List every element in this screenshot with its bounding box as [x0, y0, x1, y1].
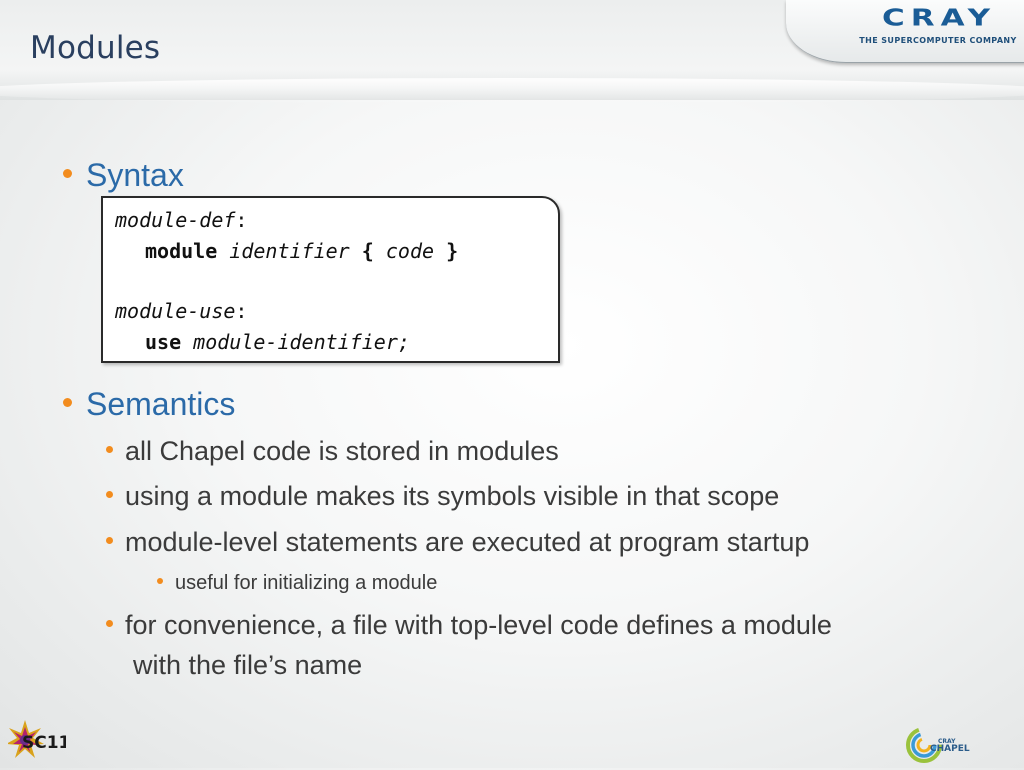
cray-logo-tagline: THE SUPERCOMPUTER COMPANY	[859, 36, 1017, 45]
syntax-heading: Syntax	[86, 157, 184, 193]
chapel-text: CHAPEL	[930, 744, 970, 754]
semantics-item-2: using a module makes its symbols visible…	[106, 481, 779, 512]
chapel-logo: CRAY CHAPEL	[904, 724, 974, 766]
semantics-item-1: all Chapel code is stored in modules	[106, 436, 559, 467]
close-brace: }	[446, 239, 459, 263]
cray-logo: CRAY THE SUPERCOMPUTER COMPANY	[786, 0, 1024, 63]
semantics-item-3-text: module-level statements are executed at …	[125, 527, 810, 557]
semantics-item-4: for convenience, a file with top-level c…	[106, 610, 832, 641]
bullet-icon	[106, 446, 113, 453]
sc11-starburst-icon: SC11	[6, 720, 70, 758]
module-def-colon: :	[235, 208, 248, 232]
syntax-bullet-item: Syntax	[63, 157, 184, 194]
open-brace: {	[361, 239, 374, 263]
chapel-swirl-icon: CRAY CHAPEL	[906, 727, 970, 763]
module-def-label: module-def	[115, 208, 236, 232]
bullet-icon	[63, 398, 72, 407]
slide-title: Modules	[30, 30, 161, 66]
semantics-item-3-sub-text: useful for initializing a module	[175, 572, 438, 594]
code-line-module-decl: module identifier { code }	[145, 239, 458, 263]
code-token: code	[385, 239, 435, 263]
sc11-logo: SC11	[6, 716, 70, 764]
bullet-icon	[157, 578, 163, 584]
semantics-item-4-continuation: with the file’s name	[133, 650, 363, 680]
semantics-bullet-item: Semantics	[63, 386, 235, 423]
semantics-item-3-sub: useful for initializing a module	[157, 572, 437, 595]
semantics-item-4-text: for convenience, a file with top-level c…	[125, 610, 832, 640]
bullet-icon	[63, 169, 72, 178]
header-swoosh	[0, 78, 1024, 104]
bullet-icon	[106, 620, 113, 627]
bullet-icon	[106, 491, 113, 498]
semantics-heading: Semantics	[86, 386, 236, 422]
code-line-module-def: module-def:	[115, 208, 247, 232]
module-keyword: module	[145, 239, 218, 263]
semantics-item-2-text: using a module makes its symbols visible…	[125, 481, 780, 511]
bullet-icon	[106, 537, 113, 544]
use-keyword: use	[145, 330, 182, 354]
cray-logo-word: CRAY	[881, 4, 997, 32]
semantics-item-3: module-level statements are executed at …	[106, 527, 809, 558]
semantics-item-1-text: all Chapel code is stored in modules	[125, 436, 559, 466]
syntax-code-box: module-def: module identifier { code } m…	[101, 196, 560, 363]
code-line-module-use: module-use:	[115, 299, 247, 323]
sc11-text: SC11	[22, 733, 66, 753]
module-identifier-token: module-identifier;	[193, 330, 410, 354]
identifier-token: identifier	[229, 239, 350, 263]
module-use-label: module-use	[115, 299, 236, 323]
code-line-use-stmt: use module-identifier;	[145, 330, 410, 354]
module-use-colon: :	[235, 299, 248, 323]
